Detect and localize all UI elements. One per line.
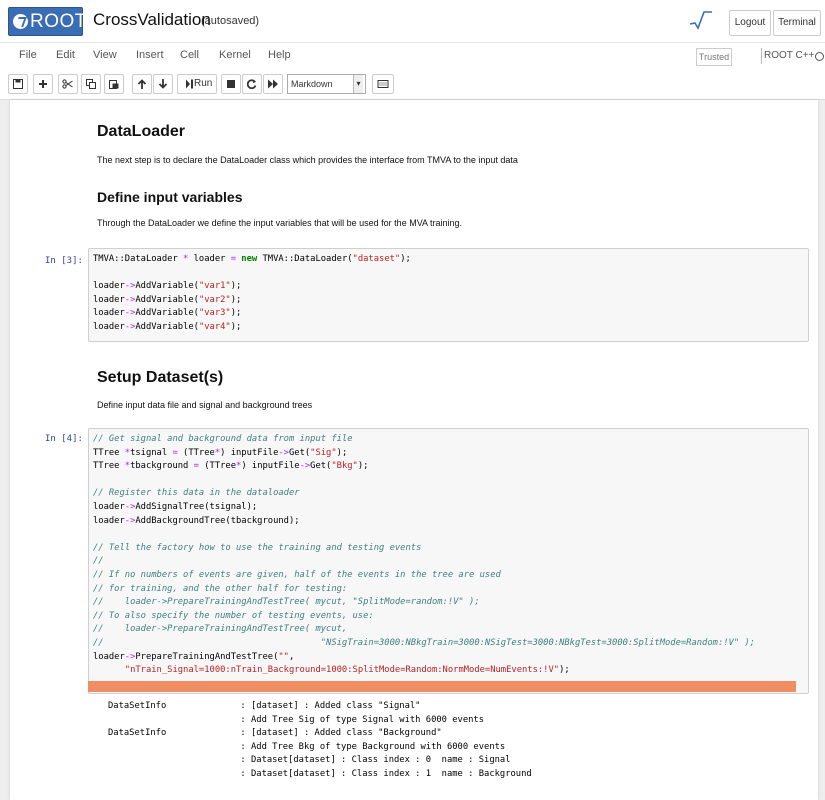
- save-icon: [13, 79, 23, 89]
- insert-cell-icon: [39, 80, 47, 88]
- output-progress-bar: [88, 681, 796, 692]
- menu-file[interactable]: File: [19, 49, 37, 61]
- menu-kernel[interactable]: Kernel: [219, 49, 251, 61]
- output-line: : Add Tree Bkg of type Background with 6…: [108, 741, 506, 752]
- menubar: File Edit View Insert Cell Kernel Help T…: [0, 42, 825, 70]
- kernel-idle-icon: [815, 52, 824, 61]
- logo-text: ROOT: [30, 11, 87, 32]
- toolbar: Run Markdown ▾: [0, 69, 825, 100]
- output-line: DataSetInfo : [dataset] : Added class "S…: [108, 701, 421, 711]
- paste-button[interactable]: [104, 74, 124, 94]
- root-logo-icon: [13, 14, 28, 29]
- code-cell-setup-dataset[interactable]: // Get signal and background data from i…: [88, 428, 809, 694]
- chevron-down-icon: ▾: [353, 75, 363, 93]
- menu-view[interactable]: View: [93, 49, 117, 61]
- save-button[interactable]: [8, 74, 28, 94]
- output-line: : Dataset[dataset] : Class index : 0 nam…: [108, 755, 511, 766]
- kernel-logo-icon: [689, 11, 712, 30]
- logout-button[interactable]: Logout: [729, 10, 771, 36]
- menu-help[interactable]: Help: [268, 49, 291, 61]
- run-label: Run: [194, 78, 213, 89]
- paragraph-setup-dataset: Define input data file and signal and ba…: [97, 400, 313, 410]
- restart-icon: [247, 79, 257, 89]
- root-logo[interactable]: ROOT: [8, 7, 86, 36]
- header: ROOT CrossValidation (autosaved) Logout …: [0, 0, 825, 42]
- notebook-name[interactable]: CrossValidation: [93, 10, 211, 30]
- command-palette-button[interactable]: [372, 74, 394, 94]
- copy-icon: [86, 79, 96, 89]
- restart-run-all-button[interactable]: [263, 74, 283, 94]
- cell-output: DataSetInfo : [dataset] : Added class "S…: [108, 700, 532, 782]
- menu-edit[interactable]: Edit: [56, 49, 75, 61]
- cut-button[interactable]: [58, 74, 78, 94]
- run-button[interactable]: Run: [177, 74, 217, 94]
- interrupt-button[interactable]: [221, 74, 241, 94]
- restart-button[interactable]: [242, 74, 262, 94]
- heading-define-input-variables: Define input variables: [97, 189, 243, 205]
- insert-cell-button[interactable]: [33, 74, 53, 94]
- paste-icon: [109, 80, 119, 89]
- trusted-indicator[interactable]: Trusted: [696, 48, 732, 66]
- code-input[interactable]: TMVA::DataLoader * loader = new TMVA::Da…: [93, 253, 411, 335]
- interrupt-icon: [227, 80, 235, 88]
- cell-prompt: In [4]:: [45, 434, 83, 444]
- menu-cell[interactable]: Cell: [180, 49, 199, 61]
- paragraph-input-variables: Through the DataLoader we define the inp…: [97, 218, 463, 228]
- terminal-button[interactable]: Terminal: [773, 10, 821, 36]
- menu-insert[interactable]: Insert: [136, 49, 164, 61]
- heading-dataloader: DataLoader: [97, 123, 186, 140]
- code-input[interactable]: // Get signal and background data from i…: [93, 433, 755, 678]
- heading-setup-dataset: Setup Dataset(s): [97, 369, 224, 386]
- copy-button[interactable]: [81, 74, 101, 94]
- code-cell-dataloader[interactable]: TMVA::DataLoader * loader = new TMVA::Da…: [88, 248, 809, 342]
- cut-icon: [62, 79, 73, 89]
- move-down-button[interactable]: [153, 74, 173, 94]
- output-line: : Dataset[dataset] : Class index : 1 nam…: [108, 768, 532, 779]
- cell-type-select[interactable]: Markdown ▾: [287, 74, 366, 94]
- paragraph-dataloader: The next step is to declare the DataLoad…: [97, 155, 518, 165]
- move-down-icon: [158, 79, 168, 89]
- move-up-icon: [137, 79, 147, 89]
- run-icon: [186, 79, 193, 89]
- autosave-status: (autosaved): [201, 15, 260, 27]
- cell-prompt: In [3]:: [45, 256, 83, 266]
- kernel-name: ROOT C++: [761, 48, 814, 64]
- command-palette-icon: [377, 80, 389, 88]
- move-up-button[interactable]: [132, 74, 152, 94]
- cell-type-value: Markdown: [291, 79, 333, 89]
- restart-run-all-icon: [268, 79, 278, 89]
- output-line: DataSetInfo : [dataset] : Added class "B…: [108, 728, 442, 739]
- output-line: : Add Tree Sig of type Signal with 6000 …: [108, 714, 485, 725]
